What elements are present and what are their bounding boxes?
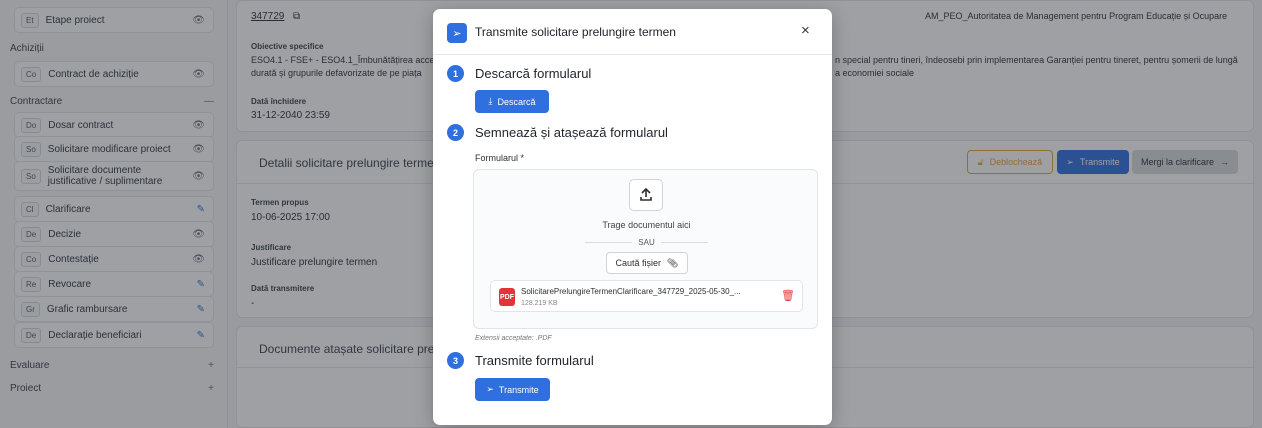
close-icon[interactable]: × (801, 23, 810, 39)
upload-icon[interactable] (629, 179, 663, 211)
drop-text: Trage documentul aici (602, 220, 691, 230)
extension-request-modal: ➢ Transmite solicitare prelungire termen… (433, 9, 832, 425)
form-field-label: Formularul * (475, 153, 525, 163)
modal-title: Transmite solicitare prelungire termen (475, 25, 676, 39)
send-icon: ➢ (486, 384, 494, 394)
file-dropzone[interactable]: Trage documentul aici SAU Caută fișier 📎︎… (473, 169, 818, 329)
step-3-badge: 3 (447, 352, 464, 369)
send-icon: ➢ (447, 23, 467, 43)
paperclip-icon: 📎︎ (667, 257, 679, 268)
browse-label: Caută fișier (615, 258, 662, 268)
accepted-extensions: Extensii acceptate: .PDF (475, 335, 552, 342)
download-icon: ⤓ (488, 96, 493, 106)
submit-label: Transmite (498, 384, 539, 395)
step-1-title: Descarcă formularul (475, 66, 592, 81)
uploaded-file: PDF SolicitarePrelungireTermenClarificar… (490, 280, 803, 312)
download-label: Descarcă (497, 96, 536, 107)
download-button[interactable]: ⤓ Descarcă (475, 90, 549, 113)
modal-header-divider (433, 54, 832, 55)
delete-icon[interactable]: 🗑︎ (781, 290, 795, 303)
step-3-title: Transmite formularul (475, 353, 594, 368)
or-divider-right (661, 242, 708, 243)
browse-file-button[interactable]: Caută fișier 📎︎ (606, 252, 688, 274)
step-1-badge: 1 (447, 65, 464, 82)
submit-button[interactable]: ➢ Transmite (475, 378, 550, 401)
pdf-file-icon: PDF (499, 288, 515, 306)
file-name: SolicitarePrelungireTermenClarificare_34… (521, 287, 741, 296)
step-2-title: Semnează și atașează formularul (475, 125, 668, 140)
step-2-badge: 2 (447, 124, 464, 141)
or-text: SAU (638, 238, 655, 247)
file-size: 128.219 KB (521, 300, 558, 307)
